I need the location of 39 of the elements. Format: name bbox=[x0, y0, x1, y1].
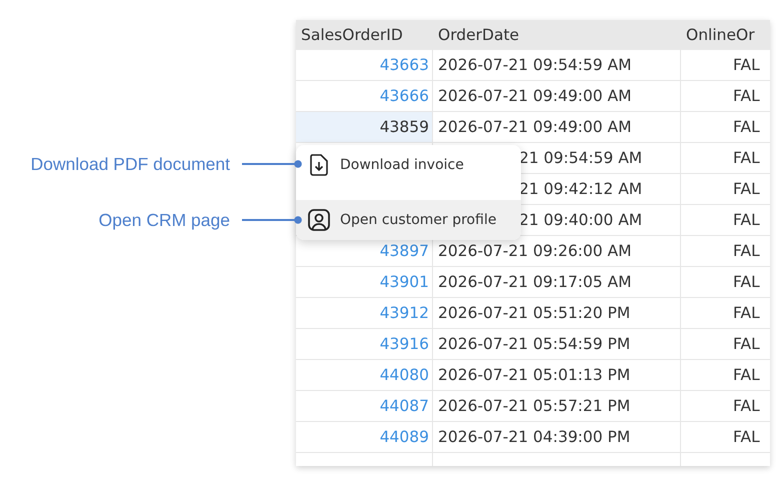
table-cell-text: FAL bbox=[732, 148, 761, 169]
order-id-link[interactable]: 44089 bbox=[296, 422, 433, 452]
order-id-link[interactable]: 44080 bbox=[296, 360, 433, 390]
table-cell: 2026-07-21 04:39:00 PM bbox=[433, 422, 681, 452]
table-cell: 2026-07-21 05:54:59 PM bbox=[433, 329, 681, 359]
callout-label: Download PDF document bbox=[30, 153, 230, 176]
column-header: SalesOrderID bbox=[300, 25, 404, 46]
table-cell-text: FAL bbox=[732, 272, 761, 293]
order-id-link[interactable]: 43912 bbox=[296, 298, 433, 328]
table-cell: 2026-07-21 05:01:13 PM bbox=[433, 360, 681, 390]
column-header: OnlineOr bbox=[685, 25, 756, 46]
table-cell-text: FAL bbox=[732, 365, 761, 386]
table-cell: 43859 bbox=[296, 112, 433, 142]
order-id-link[interactable]: 43663 bbox=[296, 50, 433, 80]
table-cell-text: FAL bbox=[732, 396, 761, 417]
table-cell: 2026-07-21 09:54:59 AM bbox=[433, 50, 681, 80]
menu-item[interactable]: Open customer profile bbox=[296, 200, 521, 240]
callout-label: Open CRM page bbox=[98, 209, 230, 232]
order-id-link[interactable]: 43916 bbox=[296, 329, 433, 359]
table-cell-text: FAL bbox=[732, 241, 761, 262]
order-id-link[interactable]: 43666 bbox=[296, 81, 433, 111]
table-cell-text: FAL bbox=[732, 55, 761, 76]
table-cell: 2026-07-21 09:17:05 AM bbox=[433, 267, 681, 297]
table-cell-text: FAL bbox=[732, 86, 761, 107]
column-header: OrderDate bbox=[437, 25, 520, 46]
user-profile-icon bbox=[308, 209, 330, 231]
order-id-link[interactable]: 44087 bbox=[296, 391, 433, 421]
table-cell: 2026-07-21 05:57:21 PM bbox=[433, 391, 681, 421]
document-download-icon bbox=[310, 154, 328, 176]
table-cell-text: FAL bbox=[732, 210, 761, 231]
table-cell: 2026-07-21 05:51:20 PM bbox=[433, 298, 681, 328]
order-id-link[interactable]: 43901 bbox=[296, 267, 433, 297]
table-cell-text: FAL bbox=[732, 334, 761, 355]
table-cell: 2026-07-21 09:49:00 AM bbox=[433, 112, 681, 142]
table-cell-text: FAL bbox=[732, 179, 761, 200]
table-cell: 2026-07-21 09:49:00 AM bbox=[433, 81, 681, 111]
table-cell-text: FAL bbox=[732, 117, 761, 138]
table-cell-text: FAL bbox=[732, 303, 761, 324]
table-cell-text: FAL bbox=[732, 427, 761, 448]
